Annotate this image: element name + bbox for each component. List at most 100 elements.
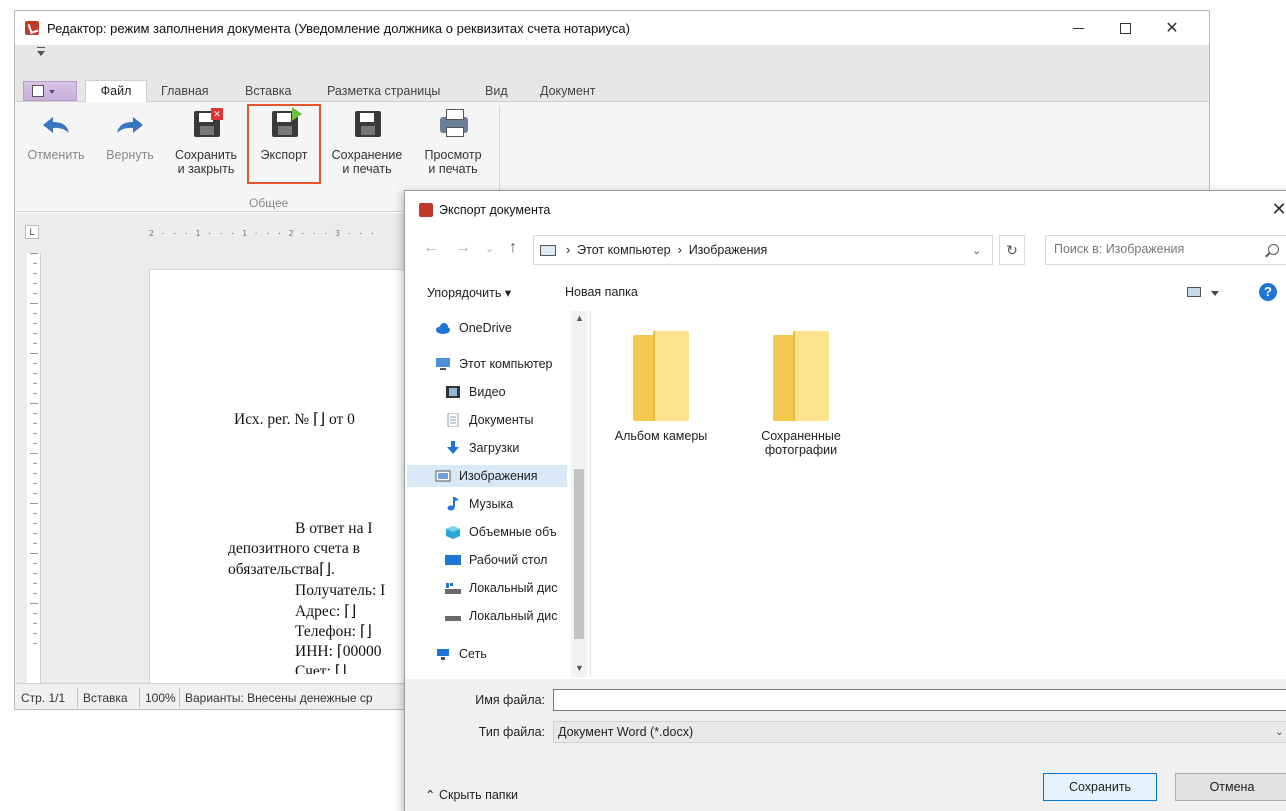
doc-paragraph-start: В ответ на I xyxy=(295,520,373,537)
chevron-down-icon[interactable]: ⌄ xyxy=(972,244,981,257)
tab-view[interactable]: Вид xyxy=(485,81,508,103)
filename-field[interactable] xyxy=(553,689,1286,711)
printer-icon xyxy=(436,108,470,142)
folder-item[interactable]: Альбом камеры xyxy=(601,331,721,443)
chevron-down-icon[interactable] xyxy=(1211,291,1219,296)
preview-print-label-2: и печать xyxy=(428,162,478,176)
nav-item-this-pc[interactable]: Этот компьютер xyxy=(435,353,571,375)
up-arrow-icon[interactable]: ↑ xyxy=(509,239,517,257)
doc-paragraph-line: обязательства⌈⌋. xyxy=(228,561,336,578)
redo-button[interactable]: Вернуть xyxy=(97,106,163,162)
breadcrumb-pictures[interactable]: Изображения xyxy=(689,243,768,257)
save-close-label-1: Сохранить xyxy=(174,148,238,162)
ruler-tick xyxy=(33,443,37,444)
refresh-button[interactable]: ↻ xyxy=(999,235,1025,265)
preview-print-button[interactable]: Просмотр и печать xyxy=(413,106,493,176)
view-options-icon[interactable] xyxy=(1187,287,1201,297)
export-button[interactable]: Экспорт xyxy=(247,104,321,184)
tab-file[interactable]: Файл xyxy=(85,80,147,103)
minimize-icon xyxy=(1072,27,1084,29)
tab-document[interactable]: Документ xyxy=(540,81,595,103)
search-icon[interactable] xyxy=(1268,244,1279,255)
organize-button[interactable]: Упорядочить ▾ xyxy=(427,285,511,300)
doc-reference-line: Исх. рег. № ⌈⌋ от 0 xyxy=(234,411,355,428)
tab-stop-selector[interactable]: L xyxy=(25,225,39,239)
nav-item-music[interactable]: Музыка xyxy=(445,493,581,515)
undo-button[interactable]: Отменить xyxy=(19,106,93,162)
doc-address-line: Адрес: ⌈⌋ xyxy=(295,603,357,620)
vertical-ruler[interactable] xyxy=(27,253,41,683)
export-label: Экспорт xyxy=(260,148,308,162)
hide-folders-button[interactable]: ⌃ Скрыть папки xyxy=(425,787,518,802)
status-zoom[interactable]: 100% xyxy=(145,691,176,705)
ribbon-group-label: Общее xyxy=(249,196,289,210)
nav-item-desktop[interactable]: Рабочий стол xyxy=(445,549,581,571)
ruler-tick xyxy=(33,433,37,434)
ruler-tick xyxy=(30,603,38,604)
folder-item[interactable]: Сохраненные фотографии xyxy=(741,331,861,457)
ruler-tick xyxy=(30,503,38,504)
breadcrumb-this-pc[interactable]: Этот компьютер xyxy=(577,243,670,257)
save-print-button[interactable]: Сохранение и печать xyxy=(325,106,409,176)
document-page[interactable]: Исх. рег. № ⌈⌋ от 0 В ответ на I депозит… xyxy=(149,269,419,699)
ruler-tick xyxy=(33,343,37,344)
file-list: Альбом камеры Сохраненные фотографии xyxy=(593,311,1286,677)
scroll-down-icon[interactable]: ▼ xyxy=(575,663,584,673)
ruler-tick xyxy=(33,593,37,594)
ruler-tick xyxy=(33,273,37,274)
save-button[interactable]: Сохранить xyxy=(1043,773,1157,801)
3d-objects-icon xyxy=(446,526,460,539)
tab-insert[interactable]: Вставка xyxy=(245,81,291,103)
ruler-tick xyxy=(30,353,38,354)
back-arrow-icon[interactable]: ← xyxy=(423,239,439,257)
new-folder-button[interactable]: Новая папка xyxy=(565,285,638,299)
recent-locations-icon[interactable]: ⌄ xyxy=(485,242,494,255)
save-close-button[interactable]: ✕ Сохранить и закрыть xyxy=(167,106,245,176)
dialog-close-button[interactable]: ✕ xyxy=(1267,197,1286,221)
document-menu-icon xyxy=(32,85,44,97)
address-box[interactable]: › Этот компьютер › Изображения ⌄ xyxy=(533,235,993,265)
pictures-icon xyxy=(435,470,451,482)
nav-item-pictures[interactable]: Изображения xyxy=(407,465,567,487)
save-close-label-2: и закрыть xyxy=(177,162,235,176)
breadcrumb-separator: › xyxy=(677,243,682,257)
nav-item-onedrive[interactable]: OneDrive xyxy=(435,317,571,339)
tab-page-layout[interactable]: Разметка страницы xyxy=(327,81,440,103)
doc-account-line: Счет: ⌈⌋ xyxy=(295,663,347,674)
nav-item-local-disk[interactable]: Локальный дис xyxy=(445,605,581,627)
minimize-button[interactable] xyxy=(1055,11,1101,45)
downloads-icon xyxy=(447,441,459,454)
app-menu-button[interactable] xyxy=(23,81,77,101)
nav-item-network[interactable]: Сеть xyxy=(435,643,571,665)
search-input[interactable] xyxy=(1054,242,1254,256)
nav-pane-scrollbar[interactable]: ▲ ▼ xyxy=(571,311,587,677)
cancel-button[interactable]: Отмена xyxy=(1175,773,1286,801)
customize-toolbar-icon[interactable] xyxy=(37,47,45,56)
tab-home[interactable]: Главная xyxy=(161,81,209,103)
forward-arrow-icon[interactable]: → xyxy=(455,239,471,257)
ruler-tick xyxy=(33,383,37,384)
nav-item-downloads[interactable]: Загрузки xyxy=(445,437,581,459)
nav-item-local-disk-c[interactable]: Локальный дис xyxy=(445,577,581,599)
status-mode[interactable]: Вставка xyxy=(83,691,128,705)
ruler-tick xyxy=(33,283,37,284)
scroll-up-icon[interactable]: ▲ xyxy=(575,313,584,323)
nav-item-videos[interactable]: Видео xyxy=(445,381,581,403)
filetype-select[interactable]: Документ Word (*.docx) ⌄ xyxy=(553,721,1286,743)
documents-icon xyxy=(447,413,459,427)
nav-item-documents[interactable]: Документы xyxy=(445,409,581,431)
ruler-tick xyxy=(33,573,37,574)
nav-item-3d-objects[interactable]: Объемные объ xyxy=(445,521,581,543)
scrollbar-thumb[interactable] xyxy=(574,469,584,639)
title-bar: Редактор: режим заполнения документа (Ув… xyxy=(15,11,1209,45)
redo-arrow-icon xyxy=(113,108,147,142)
ruler-tick xyxy=(33,393,37,394)
close-button[interactable]: ✕ xyxy=(1149,11,1195,45)
ruler-tick xyxy=(33,583,37,584)
export-dialog: Экспорт документа ✕ ← → ⌄ ↑ › Этот компь… xyxy=(404,190,1286,811)
ruler-tick xyxy=(33,473,37,474)
help-icon[interactable]: ? xyxy=(1259,283,1277,301)
save-print-label-1: Сохранение xyxy=(331,148,403,162)
maximize-button[interactable] xyxy=(1102,11,1148,45)
horizontal-ruler[interactable]: 2 · · · 1 · · · 1 · · · 2 · · · 3 · · · xyxy=(149,229,409,239)
